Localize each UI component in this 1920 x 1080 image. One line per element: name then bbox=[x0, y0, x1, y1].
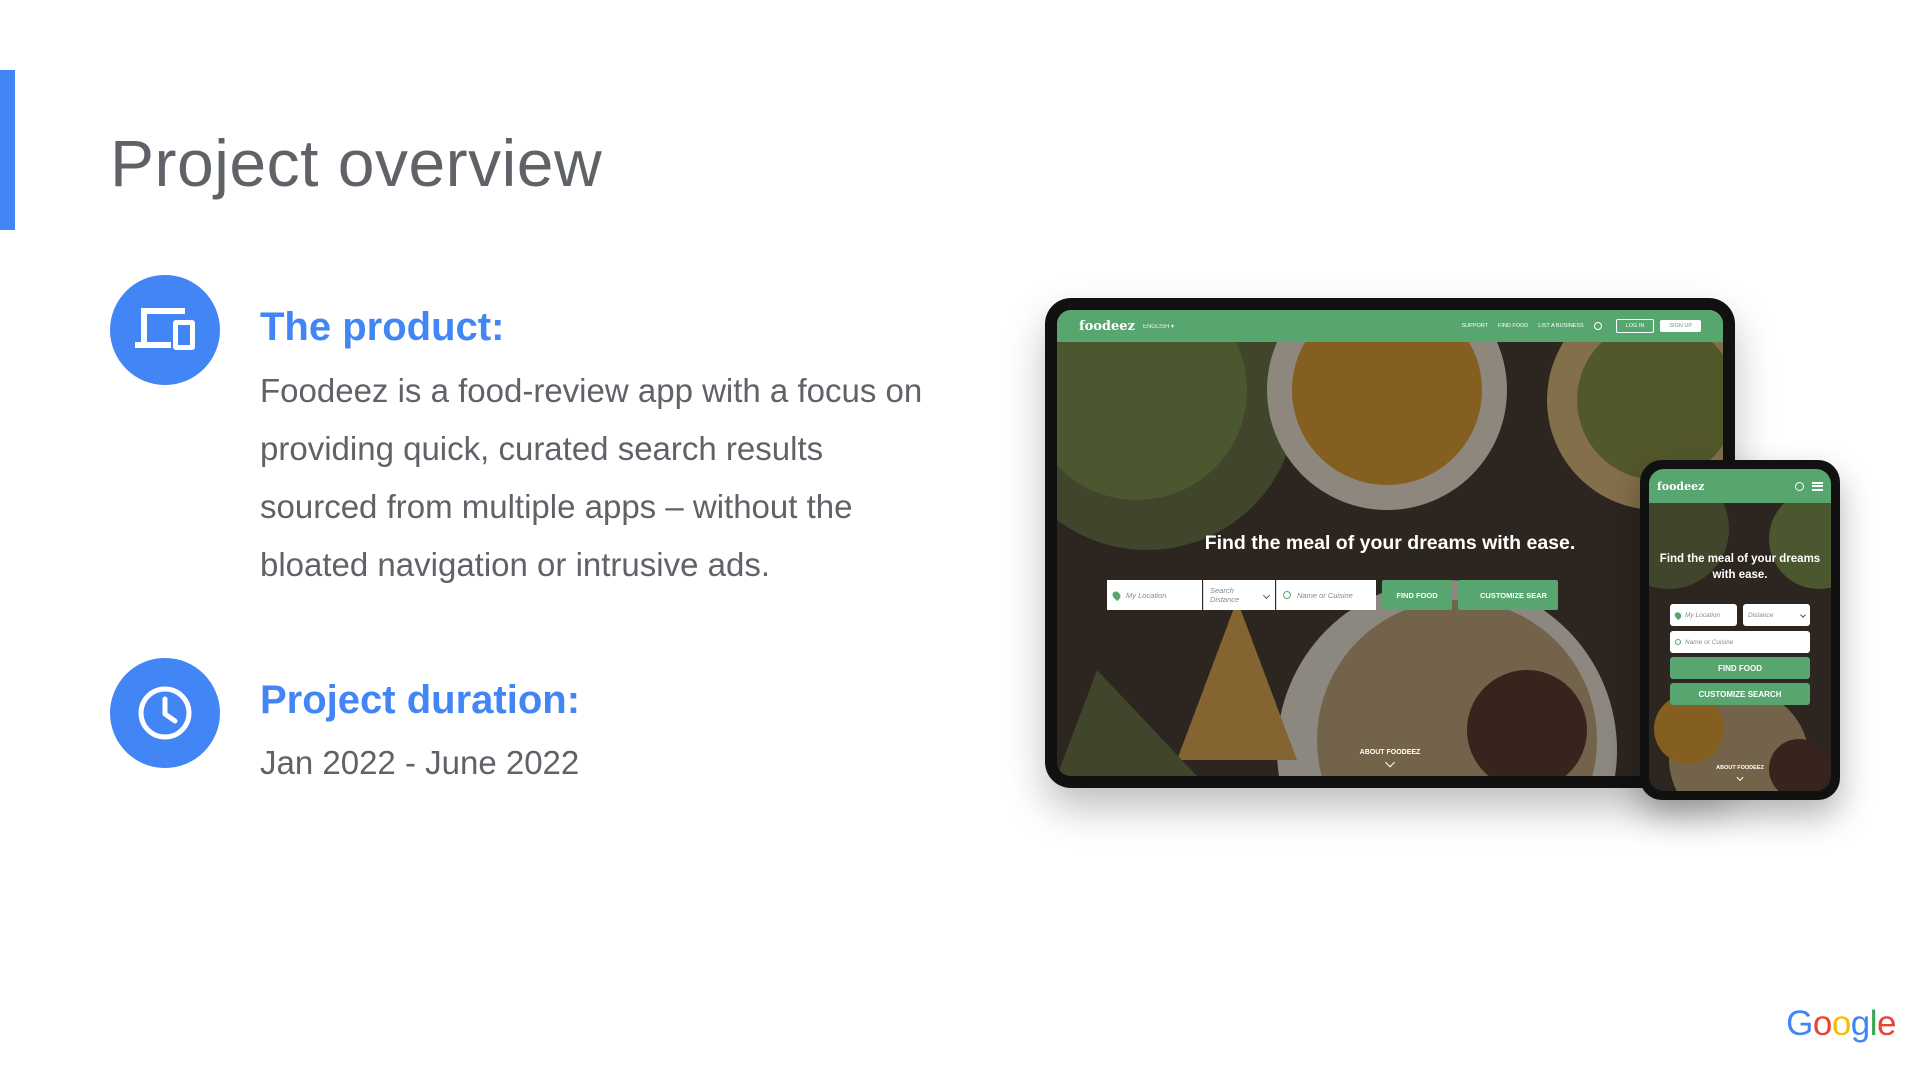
logo-letter: G bbox=[1786, 1004, 1813, 1043]
google-logo: Google bbox=[1786, 1004, 1896, 1044]
about-link[interactable]: ABOUT FOODEEZ bbox=[1649, 765, 1831, 771]
clock-icon bbox=[110, 658, 220, 768]
find-food-button[interactable]: FIND FOOD bbox=[1382, 580, 1452, 610]
chevron-down-icon bbox=[1800, 612, 1806, 618]
product-line: bloated navigation or intrusive ads. bbox=[260, 546, 770, 583]
product-line: sourced from multiple apps – without the bbox=[260, 488, 853, 525]
location-pin-icon bbox=[1673, 610, 1683, 620]
device-mockup: foodeez ENGLISH ▾ SUPPORT FIND FOOD LIST… bbox=[1040, 295, 1865, 825]
duration-value: Jan 2022 - June 2022 bbox=[260, 744, 580, 781]
search-icon[interactable] bbox=[1795, 481, 1804, 491]
logo-letter: o bbox=[1831, 1004, 1851, 1043]
nav-link-list-business[interactable]: LIST A BUSINESS bbox=[1538, 323, 1583, 329]
product-description: Foodeez is a food-review app with a focu… bbox=[260, 362, 922, 594]
tablet-screen: foodeez ENGLISH ▾ SUPPORT FIND FOOD LIST… bbox=[1057, 310, 1723, 776]
tablet-nav-links: SUPPORT FIND FOOD LIST A BUSINESS bbox=[1462, 323, 1584, 329]
customize-search-button[interactable]: CUSTOMIZE SEAR bbox=[1458, 580, 1558, 610]
language-selector[interactable]: ENGLISH ▾ bbox=[1143, 323, 1174, 330]
phone-logo[interactable]: foodeez bbox=[1657, 480, 1704, 493]
location-pin-icon bbox=[1110, 589, 1123, 601]
product-line: providing quick, curated search results bbox=[260, 430, 824, 467]
location-field[interactable]: My Location bbox=[1670, 604, 1737, 626]
logo-letter: l bbox=[1869, 1004, 1878, 1043]
chevron-down-icon bbox=[1263, 591, 1271, 599]
customize-search-button[interactable]: CUSTOMIZE SEARCH bbox=[1670, 683, 1810, 705]
menu-icon[interactable] bbox=[1812, 481, 1823, 491]
find-food-button[interactable]: FIND FOOD bbox=[1670, 657, 1810, 679]
distance-select[interactable]: Search Distance bbox=[1203, 580, 1275, 610]
search-icon bbox=[1283, 591, 1291, 599]
phone-screen: foodeez Find the meal of your dreams wit… bbox=[1649, 469, 1831, 791]
logo-letter: g bbox=[1850, 1004, 1870, 1043]
accent-bar bbox=[0, 70, 15, 230]
distance-placeholder: Distance bbox=[1748, 611, 1774, 619]
distance-placeholder: Search Distance bbox=[1210, 586, 1240, 604]
logo-letter: e bbox=[1877, 1004, 1896, 1043]
search-icon bbox=[1675, 639, 1681, 645]
location-placeholder: My Location bbox=[1126, 590, 1167, 600]
phone-mockup: foodeez Find the meal of your dreams wit… bbox=[1640, 460, 1840, 800]
location-placeholder: My Location bbox=[1685, 611, 1721, 619]
search-icon[interactable] bbox=[1593, 322, 1602, 330]
signup-button[interactable]: SIGN UP bbox=[1660, 320, 1701, 332]
phone-search-row: Name or Cuisine bbox=[1670, 631, 1810, 653]
login-button[interactable]: LOG IN bbox=[1615, 319, 1655, 333]
page-title: Project overview bbox=[110, 126, 603, 200]
about-link[interactable]: ABOUT FOODEEZ bbox=[1057, 749, 1723, 756]
phone-navbar: foodeez bbox=[1649, 469, 1831, 503]
tablet-hero-text: Find the meal of your dreams with ease. bbox=[1204, 532, 1576, 554]
product-line: Foodeez is a food-review app with a focu… bbox=[260, 372, 923, 409]
product-heading: The product: bbox=[260, 305, 505, 349]
tablet-logo[interactable]: foodeez bbox=[1079, 319, 1135, 334]
cuisine-field[interactable]: Name or Cuisine bbox=[1276, 580, 1376, 610]
cuisine-placeholder: Name or Cuisine bbox=[1685, 638, 1734, 646]
tablet-search-row: My Location Search Distance Name or Cuis… bbox=[1107, 580, 1558, 610]
tablet-navbar: foodeez ENGLISH ▾ SUPPORT FIND FOOD LIST… bbox=[1057, 310, 1723, 342]
phone-filter-row: My Location Distance bbox=[1670, 604, 1810, 626]
tablet-mockup: foodeez ENGLISH ▾ SUPPORT FIND FOOD LIST… bbox=[1045, 298, 1735, 788]
devices-icon bbox=[110, 275, 220, 385]
cuisine-field[interactable]: Name or Cuisine bbox=[1670, 631, 1810, 653]
duration-heading: Project duration: bbox=[260, 678, 581, 722]
cuisine-placeholder: Name or Cuisine bbox=[1297, 590, 1353, 600]
nav-link-support[interactable]: SUPPORT bbox=[1462, 323, 1489, 329]
logo-letter: o bbox=[1812, 1004, 1832, 1043]
distance-select[interactable]: Distance bbox=[1743, 604, 1810, 626]
location-field[interactable]: My Location bbox=[1107, 580, 1202, 610]
hero-overlay bbox=[1649, 469, 1831, 791]
phone-hero-text: Find the meal of your dreams with ease. bbox=[1659, 553, 1821, 581]
nav-link-find-food[interactable]: FIND FOOD bbox=[1498, 323, 1528, 329]
